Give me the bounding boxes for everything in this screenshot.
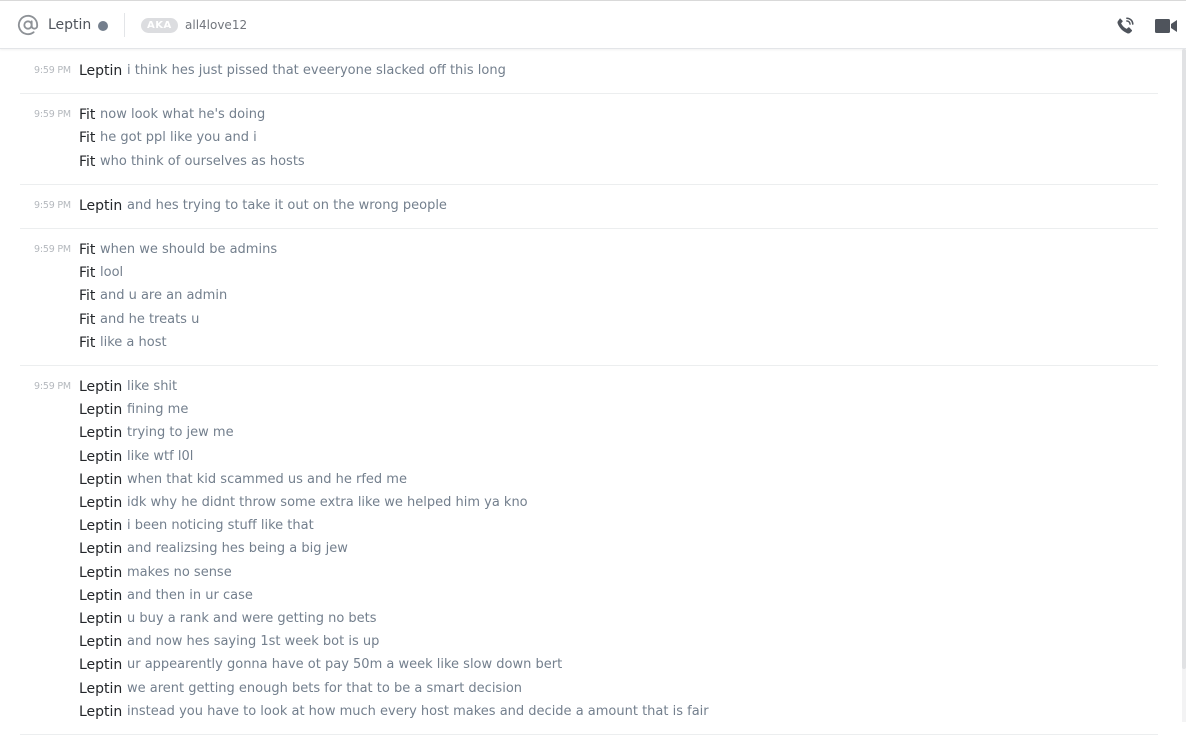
message-text: ur appearently gonna have ot pay 50m a w… [127,657,563,673]
message-author[interactable]: Leptin [79,447,122,467]
message-text: like a host [100,334,167,350]
message-group: 9:59 PM Leptin like shit Leptin fining me Lep… [20,366,1158,735]
message-author[interactable]: Fit [79,152,95,172]
message-author[interactable]: Leptin [79,586,122,606]
message-list: 9:59 PM Leptin i think hes just pissed tha… [0,49,1186,735]
channel-header: Leptin AKA all4love12 [0,0,1186,49]
message-text: trying to jew me [127,425,234,441]
message-author[interactable]: Leptin [79,632,122,652]
message-text: lool [100,265,124,281]
status-indicator [98,21,108,31]
message-author[interactable]: Leptin [79,377,122,397]
message-timestamp: 9:59 PM [34,109,71,121]
message-author[interactable]: Leptin [79,539,122,559]
message-text: and he treats u [100,311,200,327]
header-divider [124,13,125,37]
message-author[interactable]: Fit [79,263,95,283]
message-text: instead you have to look at how much eve… [127,703,709,719]
message-author[interactable]: Leptin [79,679,122,699]
message-author[interactable]: Leptin [79,423,122,443]
message-text: and now hes saying 1st week bot is up [127,634,380,650]
message-author[interactable]: Fit [79,240,95,260]
message-author[interactable]: Fit [79,128,95,148]
message-timestamp: 9:59 PM [34,199,71,211]
message-text: we arent getting enough bets for that to… [127,680,523,696]
message-author[interactable]: Leptin [79,493,122,513]
aka-badge: AKA [141,18,178,33]
message-author[interactable]: Leptin [79,655,122,675]
message-text: he got ppl like you and i [100,130,257,146]
message-text: like shit [127,379,178,394]
message-group: 9:59 PM Leptin i think hes just pissed tha… [20,50,1158,95]
message-text: i been noticing stuff like that [127,518,314,534]
message-text: and u are an admin [100,288,228,304]
message-text: who think of ourselves as hosts [100,153,305,169]
message-author[interactable]: Fit [79,105,95,125]
message-text: u buy a rank and were getting no bets [127,611,377,626]
message-text: now look what he's doing [100,107,266,123]
message-timestamp: 9:59 PM [34,244,71,255]
message-timestamp: 9:59 PM [34,65,71,76]
message-text: i think hes just pissed that eveeryone s… [127,63,506,78]
phone-call-icon[interactable] [1114,15,1136,37]
message-author[interactable]: Fit [79,286,95,306]
message-author[interactable]: Leptin [79,196,122,216]
message-text: fining me [127,402,189,418]
message-author[interactable]: Leptin [79,702,122,722]
message-text: idk why he didnt throw some extra like w… [127,495,528,510]
message-author[interactable]: Fit [79,333,95,353]
message-author[interactable]: Leptin [79,400,122,420]
message-text: when we should be admins [100,242,278,257]
message-author[interactable]: Leptin [79,61,122,81]
message-text: when that kid scammed us and he rfed me [127,471,407,487]
message-author[interactable]: Leptin [79,609,122,629]
message-text: and realizsing hes being a big jew [127,541,348,557]
message-text: and hes trying to take it out on the wro… [127,197,447,213]
video-call-icon[interactable] [1154,16,1178,36]
at-icon [17,14,39,35]
message-text: like wtf l0l [127,448,194,464]
message-text: and then in ur case [127,587,253,603]
message-author[interactable]: Leptin [79,470,122,490]
message-author[interactable]: Leptin [79,563,122,583]
message-group: 9:59 PM Leptin and hes trying to take it o… [20,185,1158,229]
message-group: 9:59 PM Fit now look what he's doing Fit he … [20,94,1158,185]
message-timestamp: 9:59 PM [34,381,71,392]
message-text: makes no sense [127,564,232,580]
channel-name: Leptin [48,17,92,33]
aka-nickname: all4love12 [185,18,248,32]
message-author[interactable]: Leptin [79,516,122,536]
message-author[interactable]: Fit [79,310,95,330]
message-group: 9:59 PM Fit when we should be admins Fit loo… [20,229,1158,366]
